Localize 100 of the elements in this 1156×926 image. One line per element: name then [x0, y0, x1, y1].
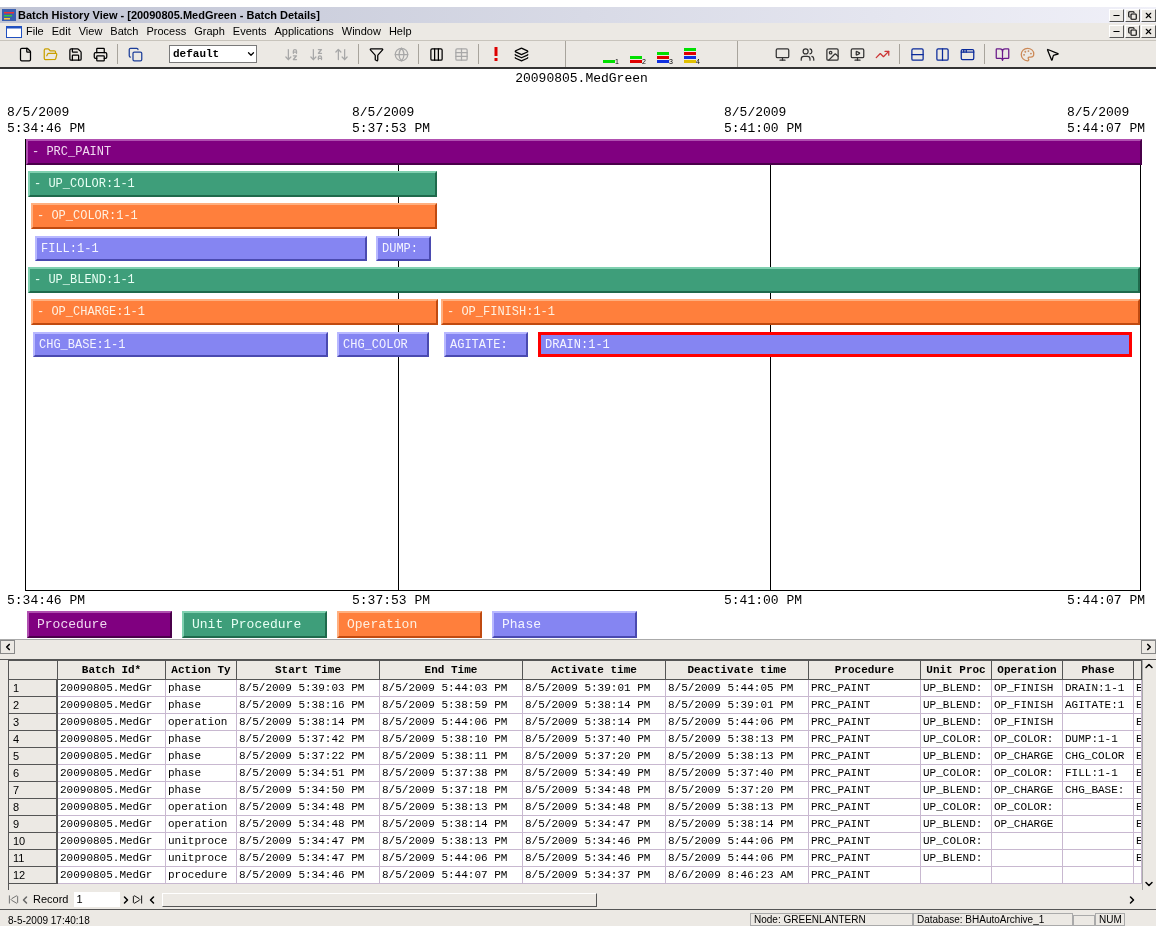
axis-time-label: 5:44:07 PM: [1067, 121, 1145, 137]
menu-item[interactable]: Batch: [106, 23, 143, 40]
table-cell: 8/5/2009 5:38:10 PM: [380, 731, 523, 748]
column-header[interactable]: Deactivate time: [666, 661, 809, 680]
table-cell: OP_CHARGE: [992, 816, 1063, 833]
table-cell: 8/5/2009 5:34:48 PM: [237, 799, 380, 816]
column-header[interactable]: Action Ty: [166, 661, 237, 680]
table-cell: 8/5/2009 5:38:11 PM: [380, 748, 523, 765]
column-header[interactable]: End Time: [380, 661, 523, 680]
row-header[interactable]: 7: [9, 782, 58, 799]
menu-item[interactable]: Process: [142, 23, 191, 40]
table-cell: UP_BLEND:: [921, 850, 992, 867]
table-cell: OP_COLOR:: [992, 731, 1063, 748]
table-cell: phase: [166, 748, 237, 765]
table-cell: [992, 833, 1063, 850]
row-header[interactable]: 10: [9, 833, 58, 850]
table-cell: 20090805.MedGr: [58, 799, 166, 816]
column-header[interactable]: Unit Proc: [921, 661, 992, 680]
table-cell: phase: [166, 680, 237, 697]
axis-time-label: 5:34:46 PM: [7, 121, 85, 137]
menu-item[interactable]: File: [22, 23, 48, 40]
row-header[interactable]: 4: [9, 731, 58, 748]
minimize-button[interactable]: [1109, 8, 1124, 22]
column-header[interactable]: Procedure: [809, 661, 921, 680]
table-cell: [1063, 833, 1134, 850]
row-header[interactable]: 11: [9, 850, 58, 867]
table-cell: OP_CHARGE: [992, 782, 1063, 799]
table-cell: PRC_PAINT: [809, 850, 921, 867]
table-cell: DUMP:1-1: [1063, 731, 1134, 748]
table-cell: 8/5/2009 5:44:03 PM: [380, 680, 523, 697]
table-cell: 8/5/2009 5:39:01 PM: [523, 680, 666, 697]
axis-time-label: 5:34:46 PM: [7, 593, 85, 609]
app-icon: [2, 9, 16, 21]
column-header[interactable]: Activate time: [523, 661, 666, 680]
table-cell: UP_BLEND:: [921, 782, 992, 799]
table-cell: OP_COLOR:: [992, 765, 1063, 782]
table-cell: PRC_PAINT: [809, 680, 921, 697]
close-button[interactable]: [1141, 25, 1156, 38]
table-cell: 20090805.MedGr: [58, 748, 166, 765]
table-cell: 8/5/2009 5:34:46 PM: [523, 850, 666, 867]
first-record-icon[interactable]: [8, 894, 19, 905]
horizontal-scrollbar[interactable]: [0, 639, 1156, 654]
column-header[interactable]: Start Time: [237, 661, 380, 680]
table-cell: 20090805.MedGr: [58, 782, 166, 799]
table-cell: phase: [166, 765, 237, 782]
row-header[interactable]: 12: [9, 867, 58, 884]
menu-item[interactable]: Window: [337, 23, 385, 40]
table-cell: PRC_PAINT: [809, 748, 921, 765]
table-cell: 8/5/2009 5:37:20 PM: [666, 782, 809, 799]
table-cell: OP_CHARGE: [992, 748, 1063, 765]
column-header[interactable]: Operation: [992, 661, 1063, 680]
table-cell: operation: [166, 816, 237, 833]
exclamation-icon: [494, 47, 498, 61]
menu-item[interactable]: View: [74, 23, 107, 40]
axis-date-label: 8/5/2009: [1067, 105, 1131, 121]
table-cell: 8/5/2009 5:38:13 PM: [666, 799, 809, 816]
menu-item[interactable]: Edit: [47, 23, 75, 40]
vertical-scrollbar[interactable]: [1142, 660, 1156, 890]
axis-time-label: 5:37:53 PM: [352, 593, 430, 609]
table-cell: 8/5/2009 5:34:50 PM: [237, 782, 380, 799]
row-header[interactable]: 3: [9, 714, 58, 731]
restore-button[interactable]: [1125, 8, 1140, 22]
view-combo[interactable]: default: [169, 45, 257, 63]
row-header[interactable]: 5: [9, 748, 58, 765]
row-header[interactable]: 2: [9, 697, 58, 714]
column-header[interactable]: Phase: [1063, 661, 1134, 680]
table-cell: 20090805.MedGr: [58, 833, 166, 850]
table-cell: OP_FINISH: [992, 714, 1063, 731]
menu-item[interactable]: Applications: [270, 23, 338, 40]
scrollbar-thumb[interactable]: [162, 892, 598, 907]
menu-item[interactable]: Graph: [190, 23, 229, 40]
table-cell: OP_FINISH: [992, 680, 1063, 697]
record-label: Record: [33, 892, 69, 908]
row-header[interactable]: 9: [9, 816, 58, 833]
restore-button[interactable]: [1125, 25, 1140, 38]
table-cell: 8/5/2009 5:34:46 PM: [523, 833, 666, 850]
status-text: 8-5-2009 17:40:18: [7, 915, 91, 926]
legend-item[interactable]: Procedure: [27, 611, 172, 638]
table-cell: 8/5/2009 5:44:06 PM: [666, 833, 809, 850]
gantt-bar[interactable]: - PRC_PAINT: [26, 139, 1142, 165]
table-cell: AGITATE:1: [1063, 697, 1134, 714]
column-header[interactable]: Batch Id*: [58, 661, 166, 680]
row-header[interactable]: 8: [9, 799, 58, 816]
table-cell: OP_COLOR:: [992, 799, 1063, 816]
row-header[interactable]: 1: [9, 680, 58, 697]
last-record-icon[interactable]: [132, 894, 144, 905]
record-field[interactable]: 1: [74, 892, 121, 907]
table-cell: [992, 850, 1063, 867]
row-header[interactable]: 6: [9, 765, 58, 782]
table-cell: UP_COLOR:: [921, 799, 992, 816]
menu-item[interactable]: Events: [228, 23, 271, 40]
minimize-button[interactable]: [1109, 25, 1124, 38]
table-cell: 8/5/2009 5:38:14 PM: [523, 714, 666, 731]
table-cell: unitproce: [166, 833, 237, 850]
table-cell: [1063, 799, 1134, 816]
table-cell: PRC_PAINT: [809, 697, 921, 714]
close-button[interactable]: [1141, 8, 1156, 22]
window-title: Batch History View - [20090805.MedGreen - Batch Details]: [18, 7, 320, 23]
status-num: NUM: [1095, 913, 1125, 926]
menu-item[interactable]: Help: [384, 23, 416, 40]
